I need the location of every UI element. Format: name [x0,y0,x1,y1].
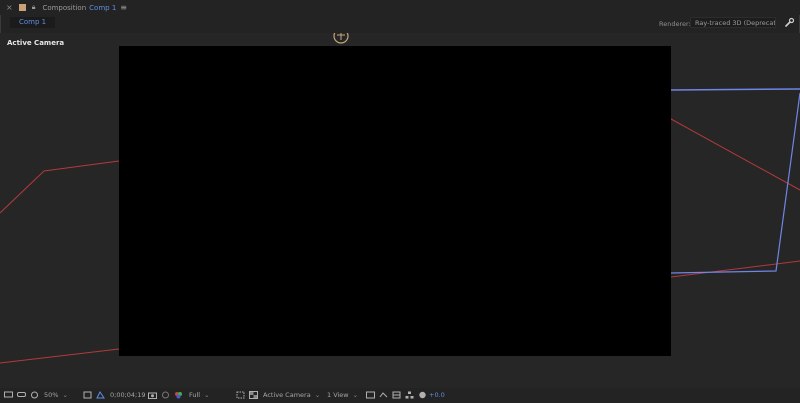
panel-name: Composition [42,3,87,12]
panel-title: Composition Comp 1 [42,4,116,12]
composition-viewer[interactable]: Active Camera [0,33,800,388]
show-snapshot-icon[interactable] [161,391,170,399]
panel-menu-icon[interactable]: ≡ [120,3,127,12]
always-preview-icon[interactable] [4,391,13,399]
view-label: Active Camera [7,39,65,47]
lock-icon[interactable]: 🔒︎ [32,3,36,12]
camera-view-dropdown[interactable]: Active Camera [263,390,320,401]
camera-view-value: Active Camera [263,391,311,399]
view-layout-dropdown[interactable]: 1 View [327,390,358,401]
fast-previews-icon[interactable] [379,391,388,399]
display-options-icon[interactable] [30,391,39,399]
mask-visibility-icon[interactable] [96,391,105,399]
zoom-value: 50% [44,391,59,399]
exposure-icon[interactable] [418,391,427,399]
exposure-value[interactable]: +0.0 [429,390,445,401]
panel-comp-name[interactable]: Comp 1 [89,4,116,12]
renderer-label: Renderer: [659,20,691,28]
flowchart-icon[interactable] [405,391,414,399]
resolution-value: Full [189,391,201,399]
tab-comp-1[interactable]: Comp 1 [10,17,56,28]
region-of-interest-icon[interactable] [236,391,245,399]
viewer-toolbar: 50% 0;00;04;19 Full Active Camera 1 View… [0,388,800,403]
camera-orbit-icon[interactable] [332,33,350,45]
toggle-pixel-aspect-icon[interactable] [366,391,375,399]
snapshot-camera-icon[interactable] [148,391,157,399]
vr-preview-icon[interactable] [17,391,26,399]
timeline-icon[interactable] [392,391,401,399]
panel-title-bar: × 🔒︎ Composition Comp 1 ≡ [0,0,800,15]
transparency-grid-icon[interactable] [249,391,258,399]
view-layout-value: 1 View [327,391,349,399]
renderer-button[interactable]: Ray-traced 3D (Deprecated) [690,17,776,28]
zoom-dropdown[interactable]: 50% [44,390,68,401]
current-time[interactable]: 0;00;04;19 [110,390,146,401]
fit-view-icon[interactable] [83,391,92,399]
composition-frame[interactable] [119,46,671,356]
resolution-dropdown[interactable]: Full [189,390,210,401]
close-panel-icon[interactable]: × [6,3,13,12]
channel-rgb-icon[interactable] [174,391,183,399]
composition-color-swatch-icon [18,4,26,11]
wrench-icon[interactable] [784,17,795,28]
tab-row: Comp 1 Renderer: Ray-traced 3D (Deprecat… [0,15,800,32]
